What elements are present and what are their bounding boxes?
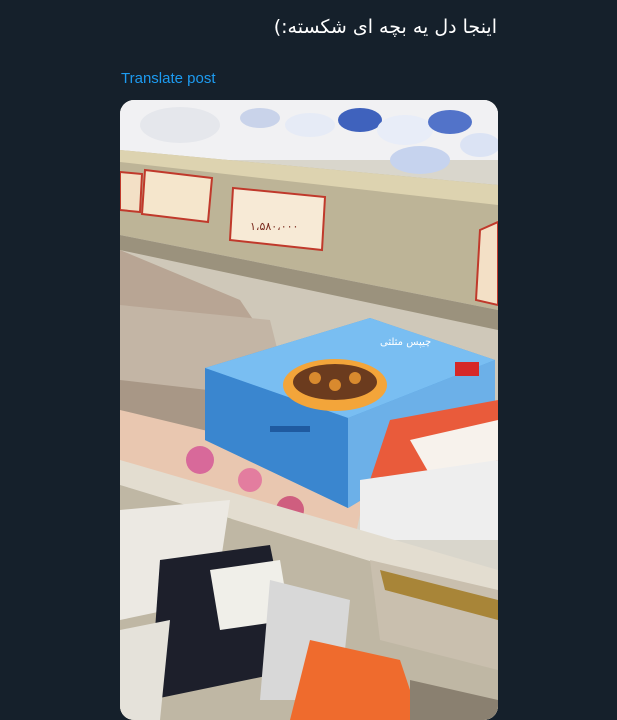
cereal-box-label: چیپس مثلثی [380,337,431,348]
post-image[interactable]: ۱،۵۸۰،۰۰۰ چیپس مثلثی [120,100,498,720]
post-text: اینجا دل یه بچه ای شکسته:) [273,16,497,38]
translate-post-link[interactable]: Translate post [121,70,216,87]
store-shelf-photo: ۱،۵۸۰،۰۰۰ چیپس مثلثی [120,100,498,720]
price-label: ۱،۵۸۰،۰۰۰ [250,220,298,233]
